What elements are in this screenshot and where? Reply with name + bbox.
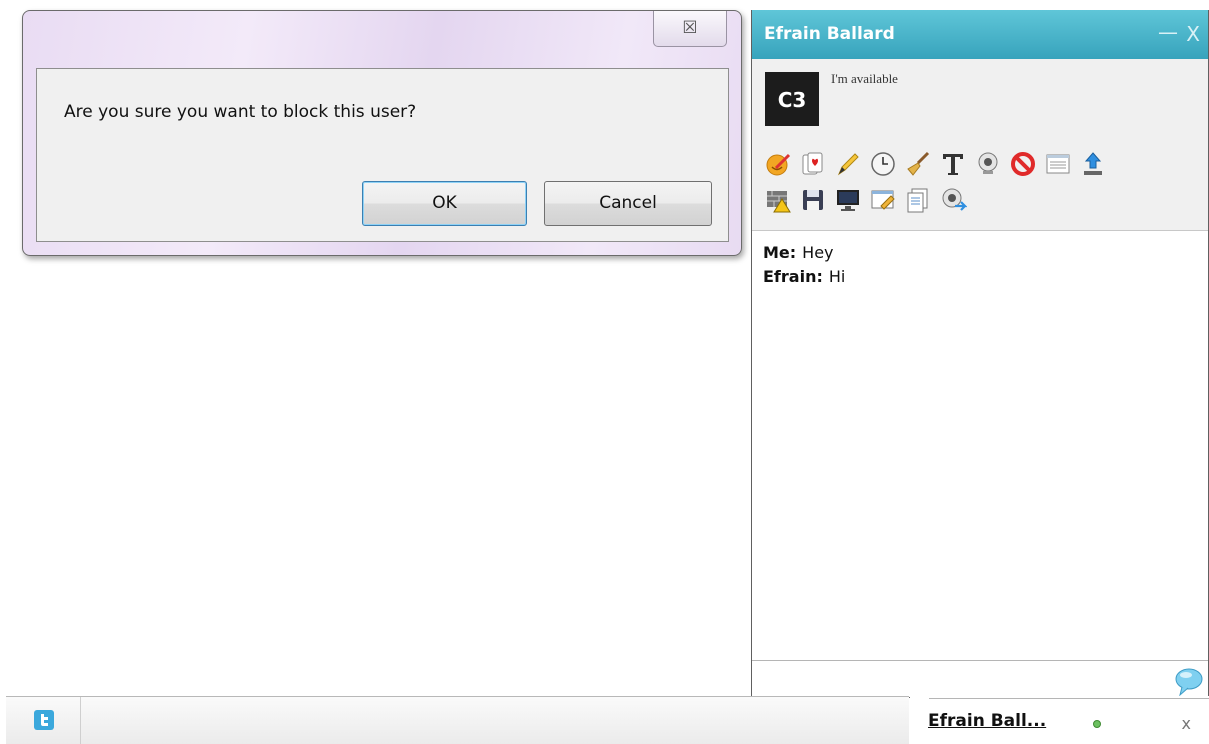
twitter-icon: [34, 710, 54, 730]
message-input[interactable]: [752, 660, 1208, 697]
minimize-button[interactable]: —: [1158, 20, 1178, 44]
pencil-icon[interactable]: [833, 149, 863, 179]
twitter-button[interactable]: [6, 697, 81, 744]
chat-window: Efrain Ballard — X C3 I'm available Me: …: [751, 10, 1209, 698]
send-bubble-icon[interactable]: [1174, 665, 1204, 697]
emoticon-icon[interactable]: [763, 149, 793, 179]
dialog-content: Are you sure you want to block this user…: [36, 68, 729, 242]
broom-icon[interactable]: [903, 149, 933, 179]
tab-divider: [929, 698, 1209, 699]
document-icon[interactable]: [903, 185, 933, 215]
save-icon[interactable]: [798, 185, 828, 215]
block-icon[interactable]: [1008, 149, 1038, 179]
message-sender: Me:: [763, 243, 797, 262]
confirm-dialog: ☒ Are you sure you want to block this us…: [22, 10, 742, 256]
online-status-icon: [1093, 720, 1101, 728]
chat-title: Efrain Ballard: [764, 24, 895, 44]
cancel-button[interactable]: Cancel: [544, 181, 712, 226]
message-item: Me: Hey: [763, 241, 845, 265]
chat-tab-close-button[interactable]: x: [1182, 714, 1191, 733]
chat-header: Efrain Ballard — X: [752, 10, 1208, 59]
clock-icon[interactable]: [868, 149, 898, 179]
message-list: Me: Hey Efrain: Hi: [763, 241, 845, 289]
log-icon[interactable]: [1043, 149, 1073, 179]
dialog-message: Are you sure you want to block this user…: [64, 102, 417, 122]
chat-toolbar: [763, 146, 1193, 218]
message-text: Hi: [828, 267, 846, 286]
cards-icon[interactable]: [798, 149, 828, 179]
message-sender: Efrain:: [763, 267, 823, 286]
chat-tab-name[interactable]: Efrain Ball...: [928, 711, 1046, 731]
message-item: Efrain: Hi: [763, 265, 845, 289]
warning-wall-icon[interactable]: [763, 185, 793, 215]
chat-tab: Efrain Ball... x: [910, 696, 1209, 744]
webcam-broadcast-icon[interactable]: [938, 185, 968, 215]
status-message: I'm available: [831, 71, 898, 86]
bottom-bar: [6, 696, 909, 744]
ok-button[interactable]: OK: [362, 181, 527, 226]
avatar: C3: [765, 72, 819, 126]
upload-icon[interactable]: [1078, 149, 1108, 179]
whiteboard-icon[interactable]: [868, 185, 898, 215]
font-icon[interactable]: [938, 149, 968, 179]
message-text: Hey: [802, 243, 834, 262]
chat-close-button[interactable]: X: [1186, 22, 1200, 46]
webcam-icon[interactable]: [973, 149, 1003, 179]
dialog-close-button[interactable]: ☒: [653, 11, 727, 47]
screen-share-icon[interactable]: [833, 185, 863, 215]
contact-info: C3 I'm available: [752, 59, 1208, 231]
